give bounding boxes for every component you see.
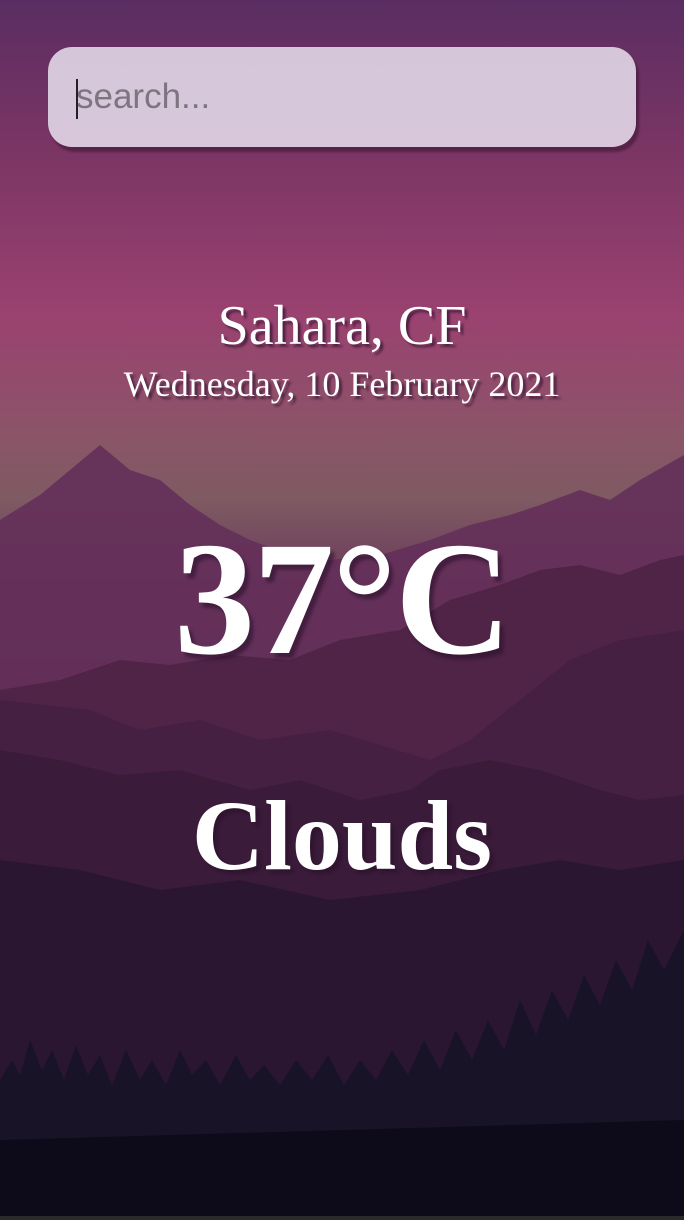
text-caret <box>76 79 78 119</box>
weather-box: 37°C Clouds <box>0 510 684 892</box>
weather-app: Sahara, CF Wednesday, 10 February 2021 3… <box>0 0 684 1220</box>
search-box[interactable] <box>48 47 636 147</box>
current-date: Wednesday, 10 February 2021 <box>123 364 561 404</box>
location-box: Sahara, CF Wednesday, 10 February 2021 <box>0 290 684 406</box>
search-input[interactable] <box>48 47 636 147</box>
location-name: Sahara, CF <box>217 295 467 357</box>
bottom-edge-bar <box>0 1216 684 1220</box>
temperature-value: 37°C <box>174 510 512 689</box>
weather-condition: Clouds <box>191 780 493 891</box>
